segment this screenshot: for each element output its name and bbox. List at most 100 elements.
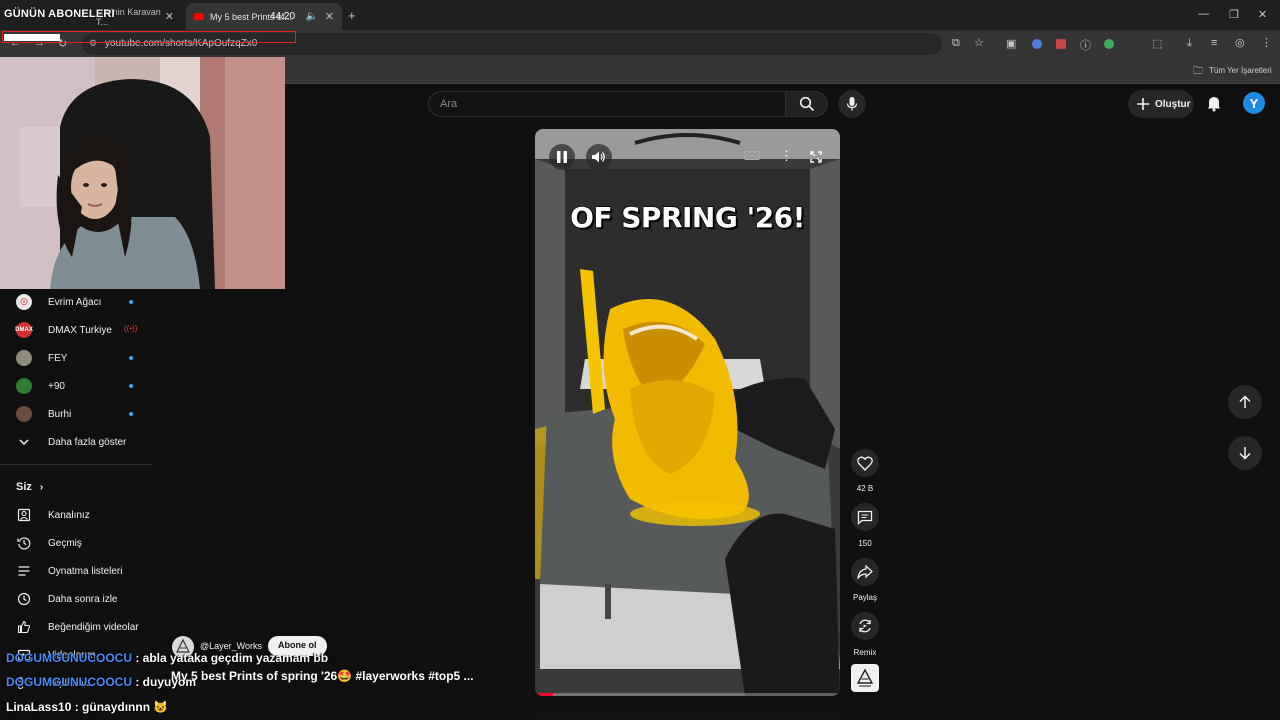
- new-content-dot: [129, 384, 133, 388]
- chat-username: DOGUMGUNUCOOCU: [6, 651, 132, 665]
- next-short-button[interactable]: [1228, 436, 1262, 470]
- search-button[interactable]: [786, 91, 828, 117]
- profile-icon[interactable]: ◎: [1235, 36, 1245, 49]
- sound-thumbnail[interactable]: [851, 664, 879, 692]
- chat-text: : duyuyom: [132, 675, 197, 689]
- youtube-favicon-icon: [194, 13, 204, 20]
- sidebar-item-label: Beğendiğim videolar: [48, 621, 139, 633]
- puzzle-icon[interactable]: ⬚: [1152, 37, 1162, 50]
- sidebar-item-label: Geçmiş: [48, 537, 82, 549]
- progress-track[interactable]: [535, 693, 840, 696]
- sidebar-item-fey[interactable]: FEY: [16, 347, 67, 369]
- sidebar-item-history[interactable]: Geçmiş: [16, 532, 82, 554]
- extension-info-icon[interactable]: ⓘ: [1080, 37, 1091, 53]
- media-control-icon[interactable]: ≡: [1211, 37, 1217, 49]
- pause-button[interactable]: [549, 144, 575, 170]
- comments-button[interactable]: [851, 503, 879, 531]
- previous-short-button[interactable]: [1228, 385, 1262, 419]
- chat-username: DOGUMGUNUCOOCU: [6, 675, 132, 689]
- speaker-icon[interactable]: 🔈: [306, 11, 318, 22]
- remix-button[interactable]: [851, 612, 879, 640]
- channel-avatar: ☉: [16, 294, 32, 310]
- sidebar-item-label: Daha sonra izle: [48, 593, 118, 605]
- extension-green-icon[interactable]: [1104, 39, 1114, 49]
- new-content-dot: [129, 356, 133, 360]
- sidebar-item-liked-videos[interactable]: Beğendiğim videolar: [16, 616, 139, 638]
- channel-name: FEY: [48, 352, 68, 364]
- playlist-icon: [16, 563, 32, 579]
- channel-name: Evrim Ağacı: [48, 296, 102, 308]
- fullscreen-icon[interactable]: [810, 151, 822, 163]
- tab-close-icon[interactable]: ✕: [165, 10, 174, 23]
- maximize-icon[interactable]: ❐: [1229, 8, 1239, 21]
- channel-avatar: [16, 350, 32, 366]
- sidebar-item-your-channel[interactable]: Kanalınız: [16, 504, 90, 526]
- cast-icon[interactable]: ⧉: [952, 37, 960, 50]
- search-placeholder: Ara: [440, 98, 458, 110]
- sidebar-item-playlists[interactable]: Oynatma listeleri: [16, 560, 122, 582]
- live-icon: ((•)): [124, 324, 138, 333]
- new-tab-icon[interactable]: +: [348, 8, 356, 23]
- new-content-dot: [129, 412, 133, 416]
- sidebar-item-watch-later[interactable]: Daha sonra izle: [16, 588, 117, 610]
- sidebar-divider: [0, 464, 152, 465]
- chat-message: DOGUMGUNUCOOCU : duyuyom: [6, 675, 196, 689]
- download-icon[interactable]: ⤓: [1187, 37, 1192, 50]
- extension-blue-icon[interactable]: [1032, 39, 1042, 49]
- extension-icon[interactable]: ▣: [1006, 37, 1016, 50]
- sidebar-item-plus90[interactable]: +90: [16, 375, 65, 397]
- show-more-button[interactable]: Daha fazla göster: [16, 431, 126, 453]
- chat-text: : abla yataka geçdim yazamam bb: [132, 651, 329, 665]
- you-section-header[interactable]: Siz ›: [16, 476, 43, 498]
- chat-text: : günaydınnn 😺: [71, 700, 169, 714]
- chevron-down-icon: [16, 434, 32, 450]
- share-button[interactable]: [851, 558, 879, 586]
- extension-red-icon[interactable]: [1056, 39, 1066, 49]
- video-title[interactable]: My 5 best Prints of spring '26🤩 #layerwo…: [171, 669, 474, 683]
- video-caption: OF SPRING '26!: [569, 200, 806, 235]
- like-button[interactable]: [851, 449, 879, 477]
- stream-overlay-title: GÜNÜN ABONELERI: [4, 8, 115, 20]
- volume-button[interactable]: [586, 144, 612, 170]
- remix-icon: [859, 619, 871, 633]
- history-icon: [16, 535, 32, 551]
- browser-tab-bar: ...te'nin Karavan T... ✕ My 5 best Print…: [0, 0, 1280, 30]
- shorts-video-player[interactable]: CC ⋮ OF SPRING '26!: [535, 129, 840, 696]
- channel-name: DMAX Turkiye: [48, 324, 112, 336]
- browser-tab-shorts[interactable]: My 5 best Prints of... 44:20 🔈 ✕: [186, 3, 342, 30]
- share-icon: [857, 565, 873, 579]
- channel-handle[interactable]: @Layer_Works: [200, 641, 262, 651]
- share-label: Paylaş: [852, 593, 877, 602]
- webcam-image: [0, 57, 285, 289]
- browser-menu-icon[interactable]: ⋮: [1261, 36, 1272, 49]
- layer-works-logo-icon: [856, 668, 874, 687]
- folder-icon: 🗀: [1193, 66, 1203, 77]
- bookmark-star-icon[interactable]: ☆: [974, 36, 984, 49]
- tab-close-icon[interactable]: ✕: [325, 10, 334, 23]
- window-close-icon[interactable]: ✕: [1258, 8, 1267, 21]
- captions-icon[interactable]: CC: [744, 151, 761, 160]
- next-short-preview[interactable]: [535, 708, 840, 720]
- progress-fill: [535, 693, 554, 696]
- account-box-icon: [16, 507, 32, 523]
- minimize-icon[interactable]: —: [1198, 8, 1209, 20]
- create-label: Oluştur: [1155, 98, 1191, 110]
- thumb-up-icon: [16, 619, 32, 635]
- show-more-label: Daha fazla göster: [48, 436, 127, 448]
- heart-icon: [857, 456, 873, 471]
- more-options-icon[interactable]: ⋮: [780, 148, 793, 164]
- sidebar-item-dmax[interactable]: DMAX DMAX Turkiye: [15, 319, 112, 341]
- comment-icon: [857, 510, 873, 525]
- plus-icon: [1137, 98, 1149, 110]
- all-bookmarks-label[interactable]: Tüm Yer İşaretleri: [1209, 66, 1272, 75]
- create-button[interactable]: Oluştur: [1128, 90, 1194, 118]
- pause-icon: [557, 151, 567, 163]
- search-input[interactable]: Ara: [428, 91, 786, 117]
- notifications-button[interactable]: [1205, 94, 1223, 117]
- microphone-icon: [846, 97, 858, 111]
- account-avatar[interactable]: Y: [1243, 92, 1265, 114]
- voice-search-button[interactable]: [838, 90, 866, 118]
- sidebar-item-evrim-agaci[interactable]: ☉ Evrim Ağacı: [16, 291, 101, 313]
- sidebar-item-burhi[interactable]: Burhi: [16, 403, 71, 425]
- sidebar-item-label: Kanalınız: [48, 509, 90, 521]
